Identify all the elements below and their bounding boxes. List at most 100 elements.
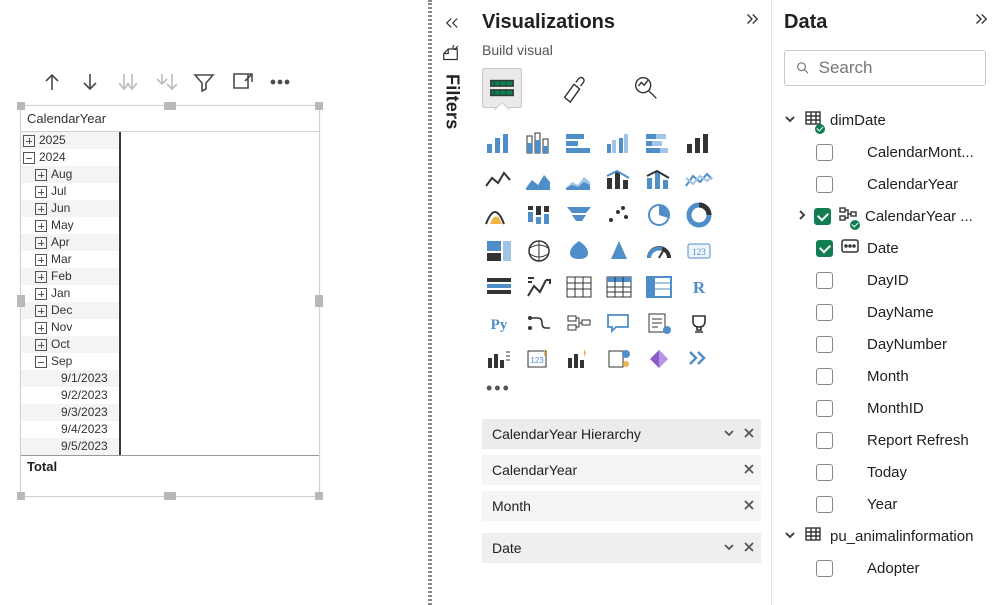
visual-type-icon[interactable] [642, 272, 676, 302]
search-box[interactable] [784, 50, 986, 86]
visual-type-icon[interactable] [482, 236, 516, 266]
visual-type-icon[interactable]: 123 [522, 344, 556, 374]
field-checkbox[interactable] [816, 464, 833, 481]
field-checkbox[interactable] [816, 176, 833, 193]
visual-type-icon[interactable] [602, 128, 636, 158]
visual-type-icon[interactable] [682, 128, 716, 158]
field-checkbox[interactable] [816, 304, 833, 321]
collapse-pane-icon[interactable] [443, 14, 461, 35]
expand-icon[interactable] [35, 271, 47, 283]
more-visuals-icon[interactable]: ••• [482, 374, 769, 403]
visual-type-icon[interactable] [562, 200, 596, 230]
expand-icon[interactable] [35, 169, 47, 181]
field-row[interactable]: DayName [784, 296, 998, 328]
field-row[interactable]: CalendarMont... [784, 136, 998, 168]
expand-icon[interactable] [35, 220, 47, 232]
field-row[interactable]: Today [784, 456, 998, 488]
filters-icon[interactable] [442, 45, 463, 63]
matrix-row[interactable]: Nov [21, 319, 119, 336]
matrix-row[interactable]: Jun [21, 200, 119, 217]
visual-type-icon[interactable] [602, 164, 636, 194]
visual-type-icon[interactable] [602, 272, 636, 302]
expand-next-level-icon[interactable] [116, 70, 140, 94]
matrix-row[interactable]: Aug [21, 166, 119, 183]
visual-type-icon[interactable] [562, 236, 596, 266]
visual-type-icon[interactable] [482, 164, 516, 194]
remove-field-icon[interactable] [743, 540, 755, 556]
matrix-visual[interactable]: CalendarYear 20252024AugJulJunMayAprMarF… [20, 105, 320, 497]
build-visual-tab[interactable] [482, 68, 522, 108]
table-row[interactable]: pu_animalinformation [784, 520, 998, 552]
expand-pane-icon[interactable] [743, 10, 761, 34]
visual-type-icon[interactable]: R [682, 272, 716, 302]
visual-type-icon[interactable] [482, 128, 516, 158]
visual-type-icon[interactable] [682, 200, 716, 230]
matrix-body[interactable]: 20252024AugJulJunMayAprMarFebJanDecNovOc… [21, 132, 121, 455]
matrix-row[interactable]: 9/3/2023 [21, 404, 119, 421]
filters-pane-title[interactable]: Filters [442, 74, 463, 129]
field-row[interactable]: CalendarYear ... [784, 200, 998, 232]
matrix-row[interactable]: May [21, 217, 119, 234]
field-checkbox[interactable] [814, 208, 831, 225]
matrix-row[interactable]: 2024 [21, 149, 119, 166]
expand-icon[interactable] [35, 237, 47, 249]
field-checkbox[interactable] [816, 144, 833, 161]
remove-field-icon[interactable] [743, 462, 755, 478]
visual-type-icon[interactable] [522, 272, 556, 302]
visual-type-icon[interactable] [602, 344, 636, 374]
matrix-row[interactable]: Sep [21, 353, 119, 370]
remove-field-icon[interactable] [743, 498, 755, 514]
visual-type-icon[interactable] [682, 164, 716, 194]
visual-type-icon[interactable] [482, 200, 516, 230]
visual-type-icon[interactable] [642, 308, 676, 338]
visual-type-icon[interactable] [522, 164, 556, 194]
filter-icon[interactable] [192, 70, 216, 94]
chevron-down-icon[interactable] [784, 528, 796, 545]
matrix-row[interactable]: Jan [21, 285, 119, 302]
resize-handle[interactable] [315, 295, 323, 307]
visual-type-icon[interactable] [602, 200, 636, 230]
visual-type-icon[interactable] [642, 344, 676, 374]
resize-handle[interactable] [315, 102, 323, 110]
matrix-row[interactable]: Dec [21, 302, 119, 319]
visual-type-icon[interactable] [682, 344, 716, 374]
field-checkbox[interactable] [816, 496, 833, 513]
field-checkbox[interactable] [816, 240, 833, 257]
chevron-down-icon[interactable] [784, 112, 796, 129]
focus-mode-icon[interactable] [230, 70, 254, 94]
field-well[interactable]: Month [482, 491, 761, 521]
field-checkbox[interactable] [816, 272, 833, 289]
remove-field-icon[interactable] [743, 426, 755, 442]
field-row[interactable]: Report Refresh [784, 424, 998, 456]
visual-type-icon[interactable] [642, 236, 676, 266]
visual-type-icon[interactable] [642, 164, 676, 194]
more-options-icon[interactable] [268, 70, 292, 94]
resize-handle[interactable] [164, 102, 176, 110]
field-row[interactable]: Month [784, 360, 998, 392]
expand-icon[interactable] [35, 186, 47, 198]
field-well[interactable]: CalendarYear [482, 455, 761, 485]
visual-type-icon[interactable]: 123 [682, 236, 716, 266]
field-checkbox[interactable] [816, 432, 833, 449]
table-row[interactable]: dimDate [784, 104, 998, 136]
pane-divider[interactable] [428, 0, 430, 605]
resize-handle[interactable] [164, 492, 176, 500]
resize-handle[interactable] [17, 492, 25, 500]
expand-icon[interactable] [35, 305, 47, 317]
resize-handle[interactable] [17, 295, 25, 307]
visual-type-icon[interactable] [522, 308, 556, 338]
resize-handle[interactable] [315, 492, 323, 500]
expand-icon[interactable] [35, 203, 47, 215]
expand-icon[interactable] [35, 339, 47, 351]
matrix-row[interactable]: Mar [21, 251, 119, 268]
search-input[interactable] [819, 58, 975, 78]
visual-type-icon[interactable] [562, 128, 596, 158]
matrix-row[interactable]: Oct [21, 336, 119, 353]
visual-type-icon[interactable]: Py [482, 308, 516, 338]
field-checkbox[interactable] [816, 560, 833, 577]
visual-type-icon[interactable] [562, 272, 596, 302]
expand-pane-icon[interactable] [972, 10, 990, 34]
visual-type-icon[interactable] [602, 236, 636, 266]
format-visual-tab[interactable] [554, 68, 594, 108]
visual-type-icon[interactable] [602, 308, 636, 338]
